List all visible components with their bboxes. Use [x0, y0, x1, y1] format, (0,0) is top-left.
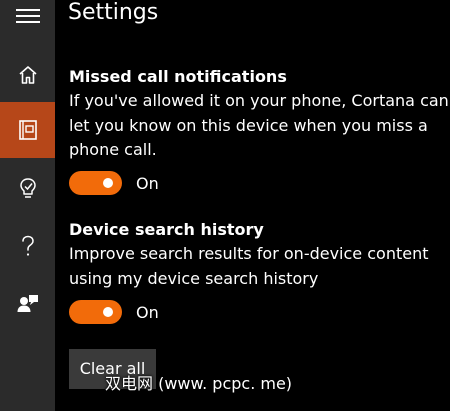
- page-title: Settings: [68, 0, 159, 25]
- toggle-knob: [103, 178, 113, 188]
- home-icon: [18, 66, 37, 84]
- missed-call-notifications-toggle[interactable]: [69, 171, 122, 195]
- device-search-history-toggle-state: On: [136, 303, 159, 322]
- hamburger-menu-icon: [15, 9, 40, 23]
- toggle-knob: [103, 307, 113, 317]
- nav-help-button[interactable]: [0, 218, 55, 274]
- description-line: If you've allowed it on your phone, Cort…: [69, 91, 449, 110]
- nav-notebook-button[interactable]: [0, 102, 55, 158]
- description-line: let you know on this device when you mis…: [69, 115, 428, 135]
- hamburger-menu-button[interactable]: [0, 0, 55, 42]
- navigation-rail: [0, 0, 55, 411]
- watermark-text: 双电网 (www. pcpc. me): [105, 374, 293, 393]
- missed-call-notifications-description: If you've allowed it on your phone, Cort…: [69, 89, 449, 163]
- description-line: Improve search results for on-device con…: [69, 244, 429, 263]
- missed-call-notifications-toggle-state: On: [136, 174, 159, 193]
- nav-home-button[interactable]: [0, 47, 55, 103]
- settings-panel: Settings Missed call notifications If yo…: [55, 0, 450, 411]
- device-search-history-toggle[interactable]: [69, 300, 122, 324]
- notebook-icon: [18, 120, 37, 140]
- nav-reminders-button[interactable]: [0, 160, 55, 216]
- feedback-icon: [17, 295, 38, 312]
- lightbulb-icon: [19, 178, 36, 198]
- description-line: phone call.: [69, 140, 157, 159]
- device-search-history-description: Improve search results for on-device con…: [69, 242, 428, 291]
- missed-call-notifications-heading: Missed call notifications: [69, 67, 287, 86]
- description-line: using my device search history: [69, 268, 319, 288]
- question-icon: [21, 235, 34, 256]
- nav-feedback-button[interactable]: [0, 276, 55, 332]
- device-search-history-heading: Device search history: [69, 220, 264, 239]
